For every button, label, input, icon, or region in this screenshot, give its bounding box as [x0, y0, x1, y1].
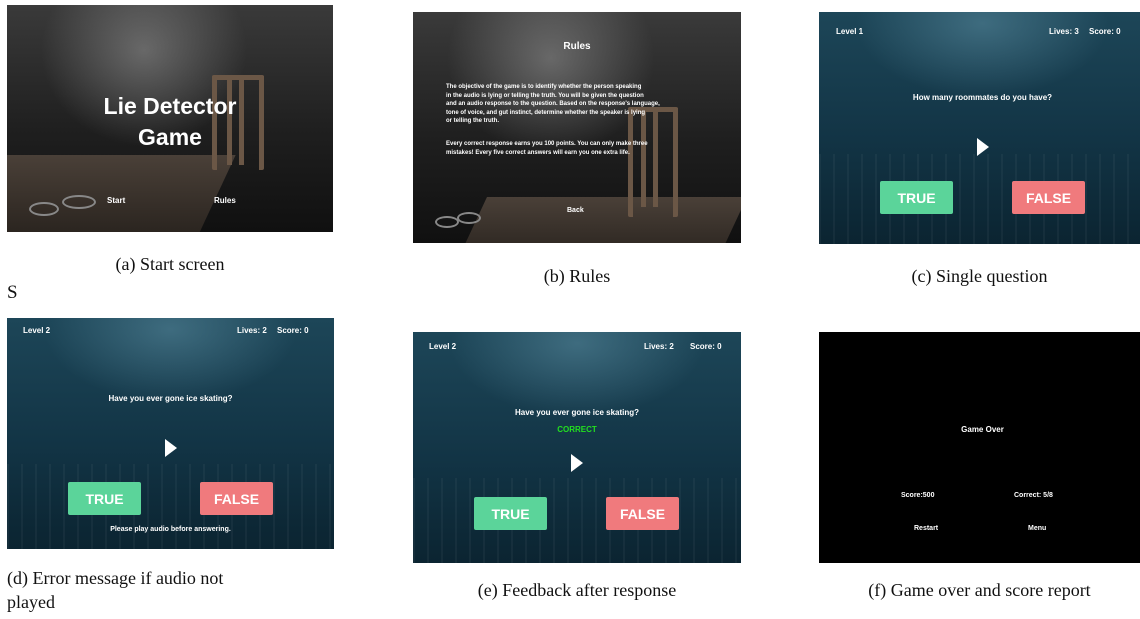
floor-decoration [7, 464, 334, 549]
caption-line: (d) Error message if audio not [7, 568, 224, 588]
level-label: Level 2 [429, 342, 457, 351]
game-title: Lie Detector Game [7, 91, 333, 153]
question-text: How many roommates do you have? [912, 93, 1053, 102]
true-button[interactable]: TRUE [474, 497, 547, 530]
stray-letter: S [7, 282, 18, 303]
floor-decoration [819, 154, 1140, 244]
handcuffs-decoration [29, 202, 59, 216]
lives-label: Lives: 3 [1049, 27, 1079, 36]
floor-decoration [413, 478, 741, 563]
caption-feedback: (e) Feedback after response [477, 580, 677, 600]
true-button[interactable]: TRUE [880, 181, 953, 214]
score-label: Score: 0 [277, 326, 309, 335]
title-line-1: Lie Detector [103, 93, 237, 119]
error-message: Please play audio before answering. [110, 526, 231, 533]
level-label: Level 2 [23, 326, 51, 335]
caption-line: played [7, 592, 55, 612]
caption-game-over: (f) Game over and score report [868, 580, 1091, 600]
caption-single-question: (c) Single question [911, 266, 1048, 286]
start-button[interactable]: Start [107, 196, 125, 205]
rules-line: in the audio is lying or telling the tru… [446, 92, 644, 99]
handcuffs-decoration [62, 195, 96, 209]
game-over-title: Game Over [961, 425, 1004, 434]
rules-button[interactable]: Rules [214, 196, 236, 205]
rules-paragraph-2: Every correct response earns you 100 poi… [446, 140, 648, 157]
lives-label: Lives: 2 [644, 342, 674, 351]
false-button[interactable]: FALSE [200, 482, 273, 515]
feedback-text: CORRECT [557, 425, 597, 434]
rules-line: or telling the truth. [446, 118, 499, 124]
chair-slat [641, 112, 646, 207]
play-icon[interactable] [977, 138, 989, 156]
rules-title: Rules [563, 41, 591, 52]
single-question-panel: Level 1 Lives: 3 Score: 0 How many roomm… [819, 12, 1140, 244]
title-line-2: Game [138, 124, 202, 150]
caption-error: (d) Error message if audio not played [7, 566, 347, 614]
question-text: Have you ever gone ice skating? [108, 394, 233, 403]
rules-paragraph-1: The objective of the game is to identify… [446, 83, 660, 126]
false-button[interactable]: FALSE [1012, 181, 1085, 214]
score-label: Score: 0 [690, 342, 722, 351]
caption-rules: (b) Rules [543, 266, 611, 286]
rules-line: Every correct response earns you 100 poi… [446, 141, 648, 147]
false-button[interactable]: FALSE [606, 497, 679, 530]
correct-count: Correct: 5/8 [1014, 492, 1053, 499]
feedback-panel: Level 2 Lives: 2 Score: 0 Have you ever … [413, 332, 741, 563]
error-panel: Level 2 Lives: 2 Score: 0 Have you ever … [7, 318, 334, 549]
rules-panel: Rules The objective of the game is to id… [413, 12, 741, 243]
restart-button[interactable]: Restart [914, 525, 938, 532]
level-label: Level 1 [836, 27, 864, 36]
play-icon[interactable] [165, 439, 177, 457]
lives-label: Lives: 2 [237, 326, 267, 335]
handcuffs-decoration [457, 212, 481, 224]
play-icon[interactable] [571, 454, 583, 472]
menu-button[interactable]: Menu [1028, 525, 1046, 532]
table-decoration [459, 197, 741, 243]
true-button[interactable]: TRUE [68, 482, 141, 515]
caption-start: (a) Start screen [115, 254, 225, 274]
rules-line: tone of voice, and gut instinct, determi… [446, 109, 646, 116]
game-over-panel: Game Over Score:500 Correct: 5/8 Restart… [819, 332, 1140, 563]
rules-line: and an audio response to the question. B… [446, 101, 660, 107]
rules-line: The objective of the game is to identify… [446, 84, 642, 90]
table-decoration [7, 155, 236, 232]
chair-slat [653, 112, 658, 207]
handcuffs-decoration [435, 216, 459, 228]
question-text: Have you ever gone ice skating? [514, 408, 640, 417]
rules-line: mistakes! Every five correct answers wil… [446, 149, 630, 156]
final-score: Score:500 [901, 492, 935, 499]
back-button[interactable]: Back [567, 207, 584, 214]
start-screen-panel: Lie Detector Game Start Rules [7, 5, 333, 232]
score-label: Score: 0 [1089, 27, 1121, 36]
